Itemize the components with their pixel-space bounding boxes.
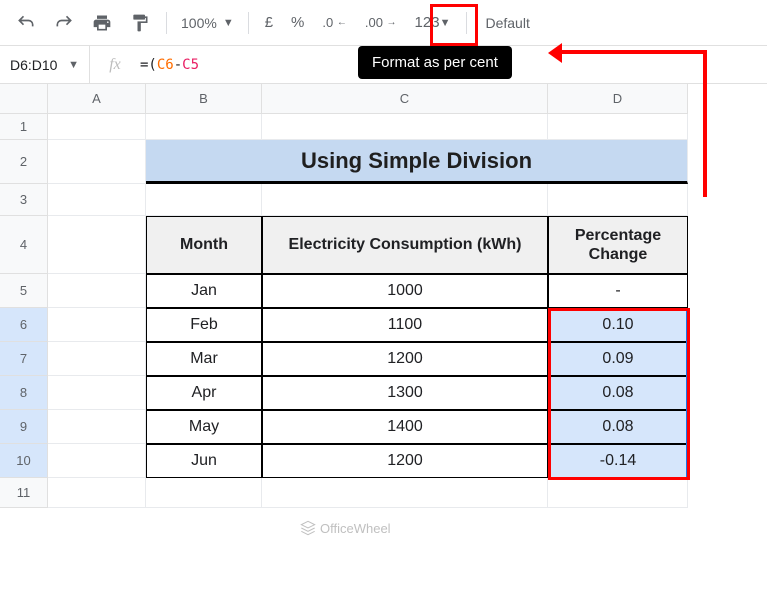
row-header[interactable]: 9 — [0, 410, 48, 444]
chevron-down-icon: ▼ — [223, 17, 234, 29]
cell-percentage[interactable]: 0.10 — [548, 308, 688, 342]
chevron-down-icon: ▼ — [68, 59, 79, 71]
tooltip: Format as per cent — [358, 46, 512, 79]
grid-row: 11 — [0, 478, 688, 508]
annotation-arrow — [703, 50, 707, 197]
cell-consumption[interactable]: 1200 — [262, 444, 548, 478]
grid-row: 5 Jan 1000 - — [0, 274, 688, 308]
cell-month[interactable]: Feb — [146, 308, 262, 342]
paint-format-icon[interactable] — [124, 7, 156, 39]
cell-percentage[interactable]: -0.14 — [548, 444, 688, 478]
divider — [466, 12, 467, 34]
row-header[interactable]: 6 — [0, 308, 48, 342]
row-header[interactable]: 10 — [0, 444, 48, 478]
row-header[interactable]: 5 — [0, 274, 48, 308]
zoom-select[interactable]: 100% ▼ — [177, 15, 238, 31]
grid-row: 3 — [0, 184, 688, 216]
column-header-b[interactable]: B — [146, 84, 262, 114]
cell-consumption[interactable]: 1100 — [262, 308, 548, 342]
toolbar: 100% ▼ £ % .0 ← .00 → 123▼ Default — [0, 0, 767, 46]
grid-row: 7 Mar 1200 0.09 — [0, 342, 688, 376]
cell[interactable] — [48, 216, 146, 274]
watermark: OfficeWheel — [300, 520, 391, 536]
row-header[interactable]: 1 — [0, 114, 48, 140]
cell-month[interactable]: Mar — [146, 342, 262, 376]
row-header[interactable]: 8 — [0, 376, 48, 410]
cell-month[interactable]: May — [146, 410, 262, 444]
cell-percentage[interactable]: 0.08 — [548, 410, 688, 444]
cell[interactable] — [48, 140, 146, 184]
grid-row: 10 Jun 1200 -0.14 — [0, 444, 688, 478]
name-box-value: D6:D10 — [10, 57, 57, 73]
annotation-arrow — [557, 50, 705, 54]
formula-input[interactable]: =(C6-C5 — [140, 57, 199, 73]
cell-month[interactable]: Jun — [146, 444, 262, 478]
increase-decimal-button[interactable]: .00 → — [359, 7, 403, 39]
cell[interactable] — [262, 478, 548, 508]
cell-percentage[interactable]: 0.08 — [548, 376, 688, 410]
cell[interactable] — [262, 184, 548, 216]
row-header[interactable]: 11 — [0, 478, 48, 508]
row-header[interactable]: 4 — [0, 216, 48, 274]
cell-consumption[interactable]: 1300 — [262, 376, 548, 410]
zoom-value: 100% — [181, 15, 217, 31]
spreadsheet-grid: A B C D 1 2 Using Simple Division 3 4 — [0, 84, 688, 508]
grid-row: 2 Using Simple Division — [0, 140, 688, 184]
cell[interactable] — [48, 308, 146, 342]
cell-percentage[interactable]: 0.09 — [548, 342, 688, 376]
cell[interactable] — [548, 184, 688, 216]
percent-button[interactable]: % — [285, 7, 310, 39]
cell[interactable] — [548, 114, 688, 140]
decrease-decimal-button[interactable]: .0 ← — [316, 7, 352, 39]
cell-consumption[interactable]: 1000 — [262, 274, 548, 308]
title-cell[interactable]: Using Simple Division — [146, 140, 688, 184]
cell[interactable] — [48, 274, 146, 308]
header-month[interactable]: Month — [146, 216, 262, 274]
divider — [248, 12, 249, 34]
cell-percentage[interactable]: - — [548, 274, 688, 308]
font-select[interactable]: Default — [477, 15, 537, 31]
cell[interactable] — [48, 184, 146, 216]
divider — [166, 12, 167, 34]
column-header-a[interactable]: A — [48, 84, 146, 114]
cell[interactable] — [48, 444, 146, 478]
fx-icon: fx — [90, 56, 140, 74]
watermark-text: OfficeWheel — [320, 521, 391, 536]
row-header[interactable]: 3 — [0, 184, 48, 216]
chevron-down-icon: ▼ — [440, 17, 451, 29]
cell[interactable] — [48, 410, 146, 444]
redo-icon[interactable] — [48, 7, 80, 39]
cell-month[interactable]: Jan — [146, 274, 262, 308]
row-header[interactable]: 2 — [0, 140, 48, 184]
grid-row: 6 Feb 1100 0.10 — [0, 308, 688, 342]
cell[interactable] — [48, 376, 146, 410]
grid-row: 4 Month Electricity Consumption (kWh) Pe… — [0, 216, 688, 274]
cell-consumption[interactable]: 1400 — [262, 410, 548, 444]
cell[interactable] — [146, 478, 262, 508]
cell[interactable] — [48, 478, 146, 508]
cell[interactable] — [48, 114, 146, 140]
annotation-arrow-head — [548, 43, 562, 63]
grid-row: 1 — [0, 114, 688, 140]
cell[interactable] — [146, 114, 262, 140]
cell[interactable] — [262, 114, 548, 140]
header-consumption[interactable]: Electricity Consumption (kWh) — [262, 216, 548, 274]
more-formats-button[interactable]: 123▼ — [409, 7, 457, 39]
cell[interactable] — [548, 478, 688, 508]
print-icon[interactable] — [86, 7, 118, 39]
undo-icon[interactable] — [10, 7, 42, 39]
cell[interactable] — [48, 342, 146, 376]
cell-consumption[interactable]: 1200 — [262, 342, 548, 376]
currency-button[interactable]: £ — [259, 7, 279, 39]
name-box[interactable]: D6:D10 ▼ — [0, 46, 90, 83]
column-header-c[interactable]: C — [262, 84, 548, 114]
select-all-corner[interactable] — [0, 84, 48, 114]
row-header[interactable]: 7 — [0, 342, 48, 376]
grid-row: 9 May 1400 0.08 — [0, 410, 688, 444]
grid-row: 8 Apr 1300 0.08 — [0, 376, 688, 410]
header-percentage[interactable]: Percentage Change — [548, 216, 688, 274]
column-header-d[interactable]: D — [548, 84, 688, 114]
cell[interactable] — [146, 184, 262, 216]
cell-month[interactable]: Apr — [146, 376, 262, 410]
